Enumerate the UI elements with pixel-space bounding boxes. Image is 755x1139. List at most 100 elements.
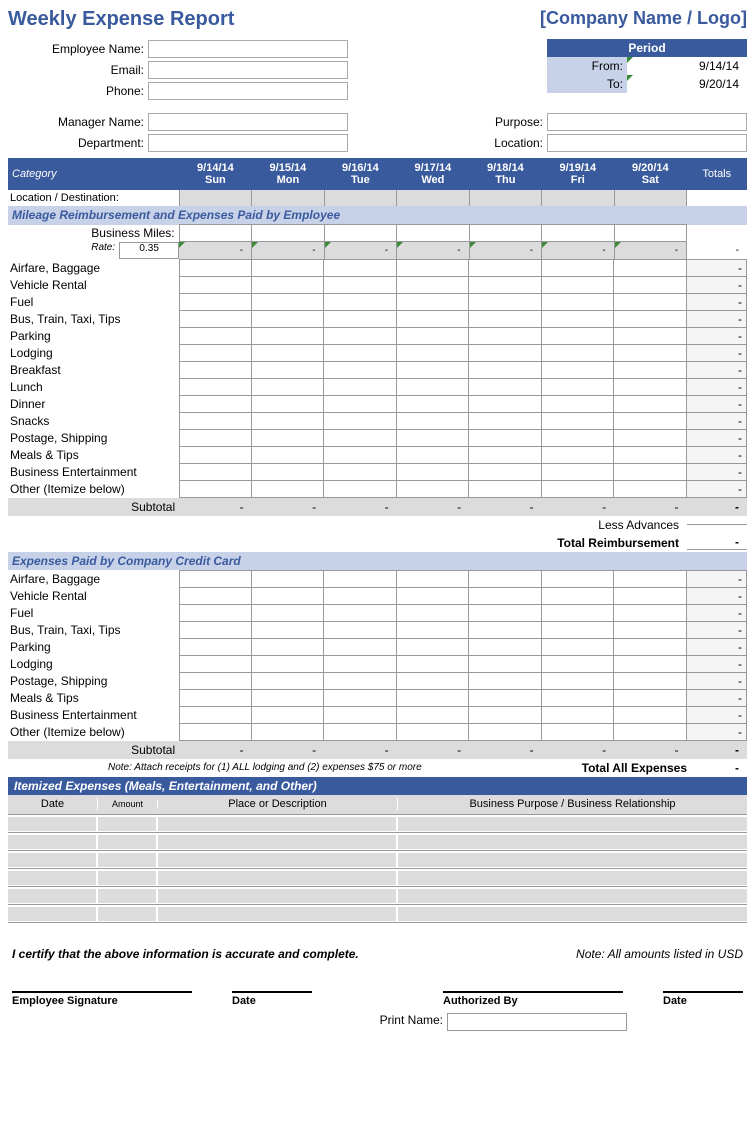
expense-cell[interactable] [396, 655, 468, 672]
expense-cell[interactable] [614, 378, 686, 395]
expense-cell[interactable] [251, 689, 323, 706]
expense-cell[interactable] [469, 706, 541, 723]
expense-cell[interactable] [179, 327, 251, 344]
expense-cell[interactable] [469, 259, 541, 276]
expense-cell[interactable] [614, 429, 686, 446]
expense-cell[interactable] [469, 310, 541, 327]
expense-cell[interactable] [541, 723, 613, 740]
itemized-cell[interactable] [398, 835, 747, 849]
expense-cell[interactable] [251, 276, 323, 293]
expense-cell[interactable] [396, 310, 468, 327]
expense-cell[interactable] [251, 429, 323, 446]
expense-cell[interactable] [251, 480, 323, 497]
expense-cell[interactable] [469, 587, 541, 604]
itemized-cell[interactable] [98, 871, 158, 885]
expense-cell[interactable] [324, 463, 396, 480]
itemized-cell[interactable] [98, 853, 158, 867]
expense-cell[interactable] [251, 310, 323, 327]
expense-cell[interactable] [251, 293, 323, 310]
expense-cell[interactable] [541, 638, 613, 655]
expense-cell[interactable] [179, 621, 251, 638]
expense-cell[interactable] [396, 723, 468, 740]
expense-cell[interactable] [614, 672, 686, 689]
expense-cell[interactable] [541, 621, 613, 638]
period-to-value[interactable]: 9/20/14 [627, 75, 747, 93]
expense-cell[interactable] [469, 361, 541, 378]
expense-cell[interactable] [396, 378, 468, 395]
expense-cell[interactable] [251, 604, 323, 621]
expense-cell[interactable] [179, 276, 251, 293]
expense-cell[interactable] [541, 706, 613, 723]
expense-cell[interactable] [396, 276, 468, 293]
expense-cell[interactable] [179, 293, 251, 310]
expense-cell[interactable] [179, 480, 251, 497]
expense-cell[interactable] [179, 672, 251, 689]
expense-cell[interactable] [179, 638, 251, 655]
expense-cell[interactable] [179, 587, 251, 604]
expense-cell[interactable] [396, 672, 468, 689]
print-name-input[interactable] [447, 1013, 627, 1031]
expense-cell[interactable] [179, 361, 251, 378]
itemized-cell[interactable] [158, 817, 398, 831]
expense-cell[interactable] [469, 604, 541, 621]
expense-cell[interactable] [324, 446, 396, 463]
email-input[interactable] [148, 61, 348, 79]
expense-cell[interactable] [469, 621, 541, 638]
department-input[interactable] [148, 134, 348, 152]
expense-cell[interactable] [469, 293, 541, 310]
expense-cell[interactable] [179, 344, 251, 361]
itemized-cell[interactable] [398, 907, 747, 921]
expense-cell[interactable] [179, 570, 251, 587]
itemized-cell[interactable] [98, 817, 158, 831]
itemized-cell[interactable] [98, 907, 158, 921]
expense-cell[interactable] [179, 259, 251, 276]
expense-cell[interactable] [396, 480, 468, 497]
expense-cell[interactable] [614, 638, 686, 655]
itemized-cell[interactable] [8, 853, 98, 867]
expense-cell[interactable] [614, 655, 686, 672]
expense-cell[interactable] [251, 655, 323, 672]
phone-input[interactable] [148, 82, 348, 100]
expense-cell[interactable] [469, 570, 541, 587]
expense-cell[interactable] [614, 604, 686, 621]
expense-cell[interactable] [324, 378, 396, 395]
expense-cell[interactable] [469, 344, 541, 361]
expense-cell[interactable] [541, 344, 613, 361]
expense-cell[interactable] [324, 587, 396, 604]
expense-cell[interactable] [179, 412, 251, 429]
expense-cell[interactable] [251, 412, 323, 429]
itemized-cell[interactable] [8, 889, 98, 903]
expense-cell[interactable] [179, 689, 251, 706]
expense-cell[interactable] [614, 689, 686, 706]
expense-cell[interactable] [179, 723, 251, 740]
expense-cell[interactable] [469, 327, 541, 344]
expense-cell[interactable] [324, 672, 396, 689]
expense-cell[interactable] [251, 446, 323, 463]
expense-cell[interactable] [396, 463, 468, 480]
employee-name-input[interactable] [148, 40, 348, 58]
expense-cell[interactable] [396, 689, 468, 706]
expense-cell[interactable] [614, 587, 686, 604]
expense-cell[interactable] [251, 672, 323, 689]
expense-cell[interactable] [469, 429, 541, 446]
expense-cell[interactable] [324, 412, 396, 429]
expense-cell[interactable] [324, 259, 396, 276]
expense-cell[interactable] [541, 327, 613, 344]
expense-cell[interactable] [324, 655, 396, 672]
expense-cell[interactable] [396, 344, 468, 361]
expense-cell[interactable] [324, 344, 396, 361]
expense-cell[interactable] [324, 604, 396, 621]
expense-cell[interactable] [541, 276, 613, 293]
expense-cell[interactable] [179, 378, 251, 395]
expense-cell[interactable] [396, 446, 468, 463]
expense-cell[interactable] [614, 723, 686, 740]
itemized-cell[interactable] [8, 835, 98, 849]
expense-cell[interactable] [614, 327, 686, 344]
expense-cell[interactable] [396, 412, 468, 429]
expense-cell[interactable] [396, 570, 468, 587]
period-from-value[interactable]: 9/14/14 [627, 57, 747, 75]
itemized-cell[interactable] [158, 835, 398, 849]
expense-cell[interactable] [251, 395, 323, 412]
itemized-cell[interactable] [98, 835, 158, 849]
expense-cell[interactable] [251, 706, 323, 723]
